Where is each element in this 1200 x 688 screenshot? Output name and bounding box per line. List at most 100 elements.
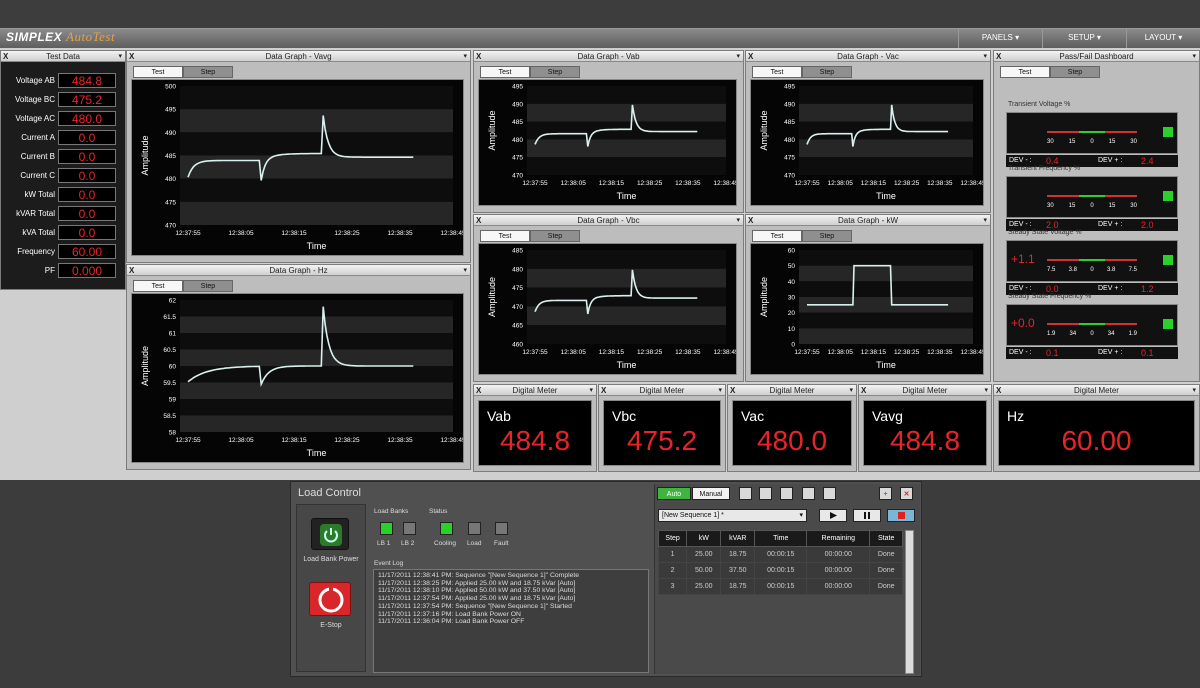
graph-plot-area[interactable]: 495 490 485 480 475 470 12:37:55 12:38:05 12:38:… — [478, 79, 737, 206]
load-control-title: Load Control — [298, 487, 361, 499]
tab-step[interactable]: Step — [802, 66, 852, 78]
tab-test[interactable]: Test — [752, 66, 802, 78]
tab-test[interactable]: Test — [480, 66, 530, 78]
y-tick-label: 470 — [165, 223, 176, 230]
close-icon[interactable]: X — [996, 51, 1001, 62]
column-header[interactable]: Step — [657, 530, 688, 547]
graph-plot-area[interactable]: 60 50 40 30 20 10 0 12:37:55 12:38:05 12:38:15 12:… — [750, 243, 984, 375]
tab-step[interactable]: Step — [183, 66, 233, 78]
table-cell: 00:00:00 — [806, 562, 871, 579]
close-icon[interactable]: X — [748, 51, 753, 62]
close-icon[interactable]: X — [748, 215, 753, 226]
delete-icon[interactable]: ✕ — [900, 487, 913, 500]
event-log[interactable]: 11/17/2011 12:38:41 PM: Sequence "[New S… — [373, 569, 649, 673]
mode-auto-button[interactable]: Auto — [657, 487, 691, 500]
chevron-down-icon[interactable]: ▾ — [849, 385, 853, 396]
meter-value: 475.2 — [626, 425, 698, 456]
test-data-panel: X Test Data ▾ Voltage AB 484.8 Voltage BC 4… — [0, 50, 126, 290]
dev-plus-label: DEV + : — [1098, 285, 1123, 292]
lb1-indicator[interactable] — [380, 522, 393, 535]
grid-band — [799, 281, 973, 297]
dev-plus-label: DEV + : — [1098, 157, 1123, 164]
chevron-down-icon[interactable]: ▾ — [463, 51, 467, 62]
y-tick-label: 500 — [165, 84, 176, 91]
column-header[interactable]: Time — [754, 530, 808, 547]
open-file-icon[interactable] — [759, 487, 772, 500]
chevron-down-icon[interactable]: ▾ — [1192, 385, 1196, 396]
add-icon[interactable]: + — [879, 487, 892, 500]
chevron-down-icon[interactable]: ▾ — [983, 215, 987, 226]
table-row[interactable]: 2 50.00 37.50 00:00:15 00:00:00 Done — [657, 562, 903, 579]
play-button[interactable] — [819, 509, 847, 522]
chevron-down-icon[interactable]: ▾ — [983, 51, 987, 62]
grid-icon[interactable] — [802, 487, 815, 500]
grid-band — [799, 250, 973, 266]
lb1-label: LB 1 — [377, 540, 391, 547]
y-tick-label: 485 — [512, 248, 523, 255]
gauge-scale: 1.9 34 0 34 1.9 — [1047, 331, 1137, 337]
chevron-down-icon[interactable]: ▾ — [463, 265, 467, 276]
menu-setup[interactable]: SETUP ▾ — [1042, 28, 1126, 48]
mode-manual-button[interactable]: Manual — [692, 487, 730, 500]
x-axis-label: Time — [876, 191, 896, 201]
y-tick-label: 62 — [169, 298, 177, 305]
chevron-down-icon[interactable]: ▾ — [736, 51, 740, 62]
chevron-down-icon[interactable]: ▾ — [589, 385, 593, 396]
save-icon[interactable] — [780, 487, 793, 500]
chevron-down-icon[interactable]: ▾ — [1192, 51, 1196, 62]
chevron-down-icon[interactable]: ▾ — [984, 385, 988, 396]
close-icon[interactable]: X — [996, 385, 1001, 396]
chart-icon[interactable] — [823, 487, 836, 500]
table-cell: 00:00:15 — [754, 562, 808, 579]
graph-plot-area[interactable]: 485 480 475 470 465 460 12:37:55 12:38:05 12:38:… — [478, 243, 737, 375]
x-tick-label: 12:38:45 — [713, 180, 736, 187]
meter-value: 484.8 — [499, 425, 571, 456]
graph-plot-area[interactable]: 500 495 490 485 480 475 470 12:37:55 12:38:05 12:… — [131, 79, 464, 256]
chevron-down-icon[interactable]: ▾ — [118, 51, 122, 62]
tab-step[interactable]: Step — [530, 66, 580, 78]
table-row[interactable]: 1 25.00 18.75 00:00:15 00:00:00 Done — [657, 546, 903, 563]
pause-button[interactable] — [853, 509, 881, 522]
close-icon[interactable]: X — [129, 265, 134, 276]
menu-layout[interactable]: LAYOUT ▾ — [1126, 28, 1200, 48]
tab-step[interactable]: Step — [1050, 66, 1100, 78]
tolerance-gauge: +0.0 1.9 34 0 34 1.9 — [1006, 304, 1178, 346]
close-icon[interactable]: X — [476, 215, 481, 226]
close-icon[interactable]: X — [476, 385, 481, 396]
tab-test[interactable]: Test — [1000, 66, 1050, 78]
column-header[interactable]: kVAR — [720, 530, 756, 547]
column-header[interactable]: State — [869, 530, 903, 547]
tab-test[interactable]: Test — [133, 280, 183, 292]
chevron-down-icon[interactable]: ▾ — [736, 215, 740, 226]
close-icon[interactable]: X — [730, 385, 735, 396]
column-header[interactable]: Remaining — [806, 530, 871, 547]
tab-step[interactable]: Step — [530, 230, 580, 242]
sequence-select[interactable]: [New Sequence 1] * ▾ — [658, 509, 807, 522]
test-data-value: 480.0 — [58, 111, 116, 126]
close-icon[interactable]: X — [601, 385, 606, 396]
scale-tick: 3.8 — [1106, 267, 1116, 273]
tab-test[interactable]: Test — [480, 230, 530, 242]
tab-test[interactable]: Test — [133, 66, 183, 78]
menu-panels[interactable]: PANELS ▾ — [958, 28, 1042, 48]
load-bank-power-button[interactable] — [311, 518, 349, 550]
new-file-icon[interactable] — [739, 487, 752, 500]
table-scrollbar[interactable] — [905, 530, 914, 674]
lb2-indicator[interactable] — [403, 522, 416, 535]
chevron-down-icon[interactable]: ▾ — [718, 385, 722, 396]
graph-plot-area[interactable]: 62 61.5 61 60.5 60 59.5 59 58.5 58 12:37:55 12:38:… — [131, 293, 464, 463]
table-row[interactable]: 3 25.00 18.75 00:00:15 00:00:00 Done — [657, 578, 903, 595]
estop-button[interactable] — [309, 582, 351, 616]
tab-step[interactable]: Step — [802, 230, 852, 242]
graph-plot-area[interactable]: 495 490 485 480 475 470 12:37:55 12:38:05 12:38:… — [750, 79, 984, 206]
column-header[interactable]: kW — [686, 530, 722, 547]
stop-button[interactable] — [887, 509, 915, 522]
close-icon[interactable]: X — [129, 51, 134, 62]
x-tick-label: 12:38:15 — [861, 180, 887, 187]
close-icon[interactable]: X — [3, 51, 8, 62]
grid-band — [180, 333, 453, 350]
tab-step[interactable]: Step — [183, 280, 233, 292]
tab-test[interactable]: Test — [752, 230, 802, 242]
close-icon[interactable]: X — [861, 385, 866, 396]
close-icon[interactable]: X — [476, 51, 481, 62]
